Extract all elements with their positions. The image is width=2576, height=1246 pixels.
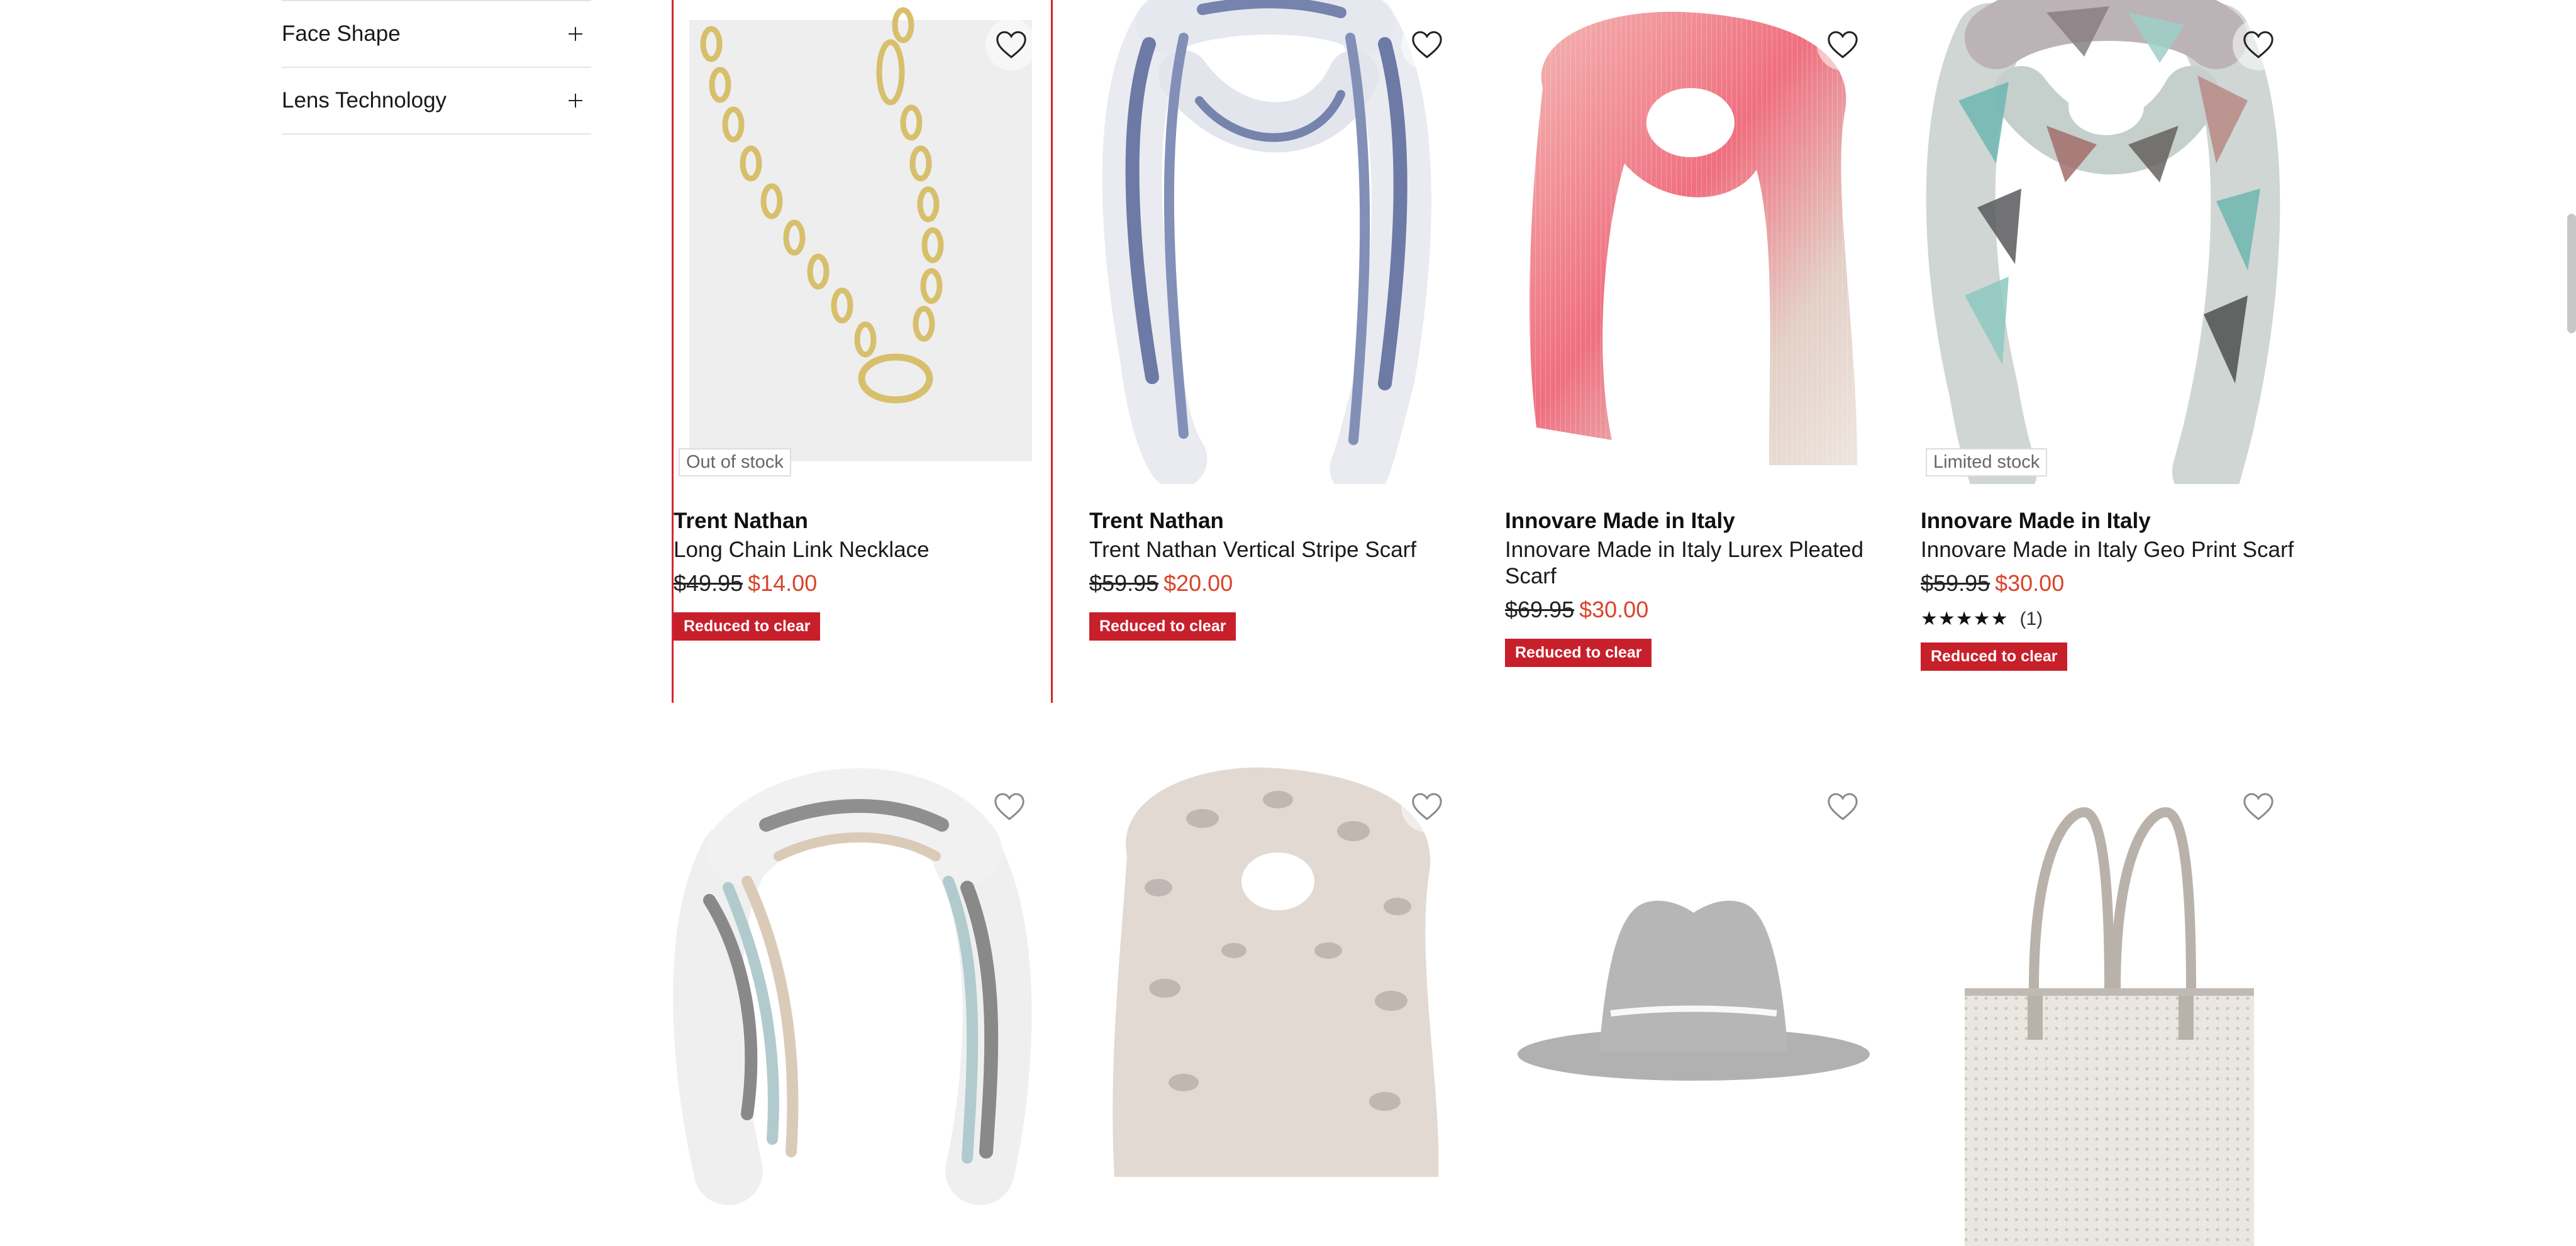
filter-lens-technology[interactable]: Lens Technology	[282, 67, 591, 135]
sale-price: $30.00	[1995, 570, 2065, 596]
heart-icon	[1412, 31, 1442, 58]
plus-icon[interactable]	[569, 94, 582, 108]
product-info: Innovare Made in Italy Innovare Made in …	[1921, 508, 2298, 671]
product-name[interactable]: Innovare Made in Italy Geo Print Scarf	[1921, 537, 2298, 563]
heart-icon	[2243, 31, 2273, 58]
original-price: $49.95	[674, 570, 743, 596]
star-rating-icon: ★★★★★	[1921, 609, 2009, 629]
product-rating[interactable]: ★★★★★ (1)	[1921, 609, 2298, 630]
wishlist-button[interactable]	[984, 781, 1035, 832]
filter-face-shape[interactable]: Face Shape	[282, 0, 591, 67]
product-image-frame[interactable]	[1505, 762, 1882, 1246]
product-image-frame[interactable]	[1089, 0, 1467, 484]
filter-label: Lens Technology	[282, 88, 447, 113]
product-brand[interactable]: Trent Nathan	[1089, 508, 1467, 534]
original-price: $59.95	[1921, 570, 1990, 596]
heart-icon	[996, 31, 1026, 58]
product-info: Trent Nathan Long Chain Link Necklace $4…	[674, 508, 1051, 641]
original-price: $59.95	[1089, 570, 1159, 596]
wishlist-button[interactable]	[1401, 19, 1453, 70]
clearance-tag: Reduced to clear	[1089, 612, 1236, 641]
product-info: Innovare Made in Italy Innovare Made in …	[1505, 508, 1882, 667]
product-image-frame[interactable]: Limited stock	[1921, 0, 2298, 484]
product-image-frame[interactable]	[672, 762, 1049, 1246]
leopard-scarf-image[interactable]	[1089, 762, 1467, 1246]
clearance-tag: Reduced to clear	[674, 612, 821, 641]
product-brand[interactable]: Trent Nathan	[674, 508, 1051, 534]
heart-icon	[994, 793, 1024, 820]
heart-icon	[1828, 31, 1858, 58]
chain-necklace-image[interactable]	[674, 0, 1051, 484]
product-image-frame[interactable]	[1089, 762, 1467, 1246]
wishlist-button[interactable]	[2233, 781, 2284, 832]
wishlist-button[interactable]	[2233, 19, 2284, 70]
product-info: Trent Nathan Trent Nathan Vertical Strip…	[1089, 508, 1467, 641]
scrollbar-thumb[interactable]	[2567, 214, 2576, 333]
heart-icon	[2243, 793, 2273, 820]
plus-icon[interactable]	[569, 27, 582, 41]
filter-sidebar: Face Shape Lens Technology	[282, 0, 591, 135]
product-brand[interactable]: Innovare Made in Italy	[1505, 508, 1882, 534]
stock-badge: Limited stock	[1926, 448, 2048, 477]
filter-label: Face Shape	[282, 21, 401, 46]
product-image-frame[interactable]: Out of stock	[674, 0, 1051, 484]
product-brand[interactable]: Innovare Made in Italy	[1921, 508, 2298, 534]
product-price: $69.95 $30.00	[1505, 596, 1882, 624]
wishlist-button[interactable]	[1817, 19, 1868, 70]
product-price: $59.95 $20.00	[1089, 570, 1467, 597]
clearance-tag: Reduced to clear	[1921, 642, 2068, 671]
product-image-frame[interactable]	[1921, 762, 2298, 1246]
geo-print-scarf-image[interactable]	[1921, 0, 2298, 484]
pink-pleated-scarf-image[interactable]	[1505, 0, 1882, 484]
wishlist-button[interactable]	[1401, 781, 1453, 832]
product-price: $49.95 $14.00	[674, 570, 1051, 597]
woven-tote-bag-image[interactable]	[1921, 762, 2298, 1246]
product-image-frame[interactable]	[1505, 0, 1882, 484]
heart-icon	[1828, 793, 1858, 820]
striped-wrap-scarf-image[interactable]	[672, 762, 1049, 1246]
product-name[interactable]: Trent Nathan Vertical Stripe Scarf	[1089, 537, 1467, 563]
product-name[interactable]: Innovare Made in Italy Lurex Pleated Sca…	[1505, 537, 1882, 590]
stock-badge: Out of stock	[679, 448, 791, 477]
striped-scarf-image[interactable]	[1089, 0, 1467, 484]
grey-fedora-hat-image[interactable]	[1505, 762, 1882, 1246]
review-count: (1)	[2019, 609, 2043, 629]
heart-icon	[1412, 793, 1442, 820]
product-price: $59.95 $30.00	[1921, 570, 2298, 597]
product-name[interactable]: Long Chain Link Necklace	[674, 537, 1051, 563]
original-price: $69.95	[1505, 597, 1575, 622]
wishlist-button[interactable]	[985, 19, 1037, 70]
clearance-tag: Reduced to clear	[1505, 639, 1652, 667]
sale-price: $30.00	[1579, 597, 1649, 622]
product-card[interactable]: Out of stock Trent Nathan Long Chain Lin…	[672, 0, 1053, 703]
sale-price: $14.00	[748, 570, 818, 596]
wishlist-button[interactable]	[1817, 781, 1868, 832]
sale-price: $20.00	[1163, 570, 1233, 596]
